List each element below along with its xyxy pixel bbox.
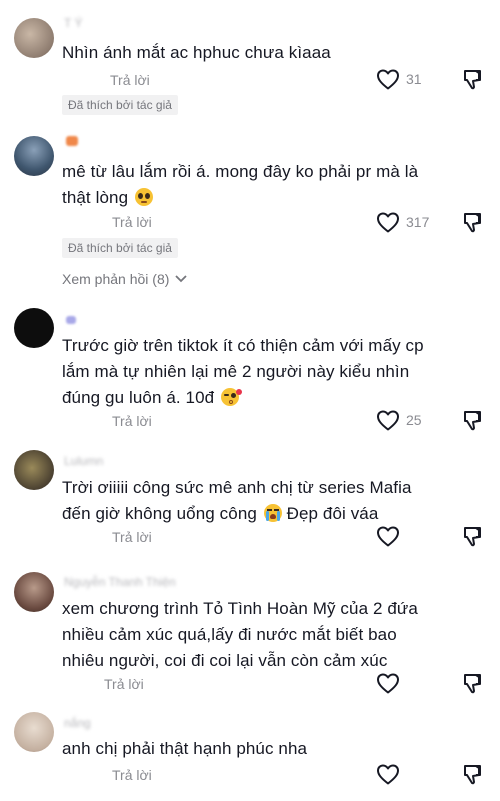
like-count: 317 [406, 214, 430, 230]
comment-text: xem chương trình Tỏ Tình Hoàn Mỹ của 2 đ… [62, 599, 418, 670]
avatar[interactable] [14, 450, 54, 490]
avatar[interactable] [14, 572, 54, 612]
like-count: 25 [406, 412, 422, 428]
avatar[interactable] [14, 308, 54, 348]
heart-outline-icon [377, 673, 399, 694]
reply-button[interactable]: Trả lời [112, 413, 152, 429]
author-liked-badge: Đã thích bởi tác giả [62, 238, 178, 258]
heart-outline-icon [377, 212, 399, 233]
kissing-face-icon [221, 388, 243, 406]
thumbs-down-icon[interactable] [461, 525, 483, 547]
reply-button[interactable]: Trả lời [112, 767, 152, 783]
thumbs-down-icon[interactable] [461, 68, 483, 90]
author-liked-badge: Đã thích bởi tác giả [62, 95, 178, 115]
comment-text: Trước giờ trên tiktok ít có thiện cảm vớ… [62, 333, 442, 411]
comment-text-body: Trước giờ trên tiktok ít có thiện cảm vớ… [62, 336, 424, 407]
like-button[interactable]: 31 [376, 68, 422, 90]
avatar[interactable] [14, 18, 54, 58]
username[interactable]: nắng [64, 716, 91, 730]
like-button[interactable] [376, 525, 400, 547]
reply-button[interactable]: Trả lời [110, 72, 150, 88]
thumbs-down-icon[interactable] [461, 409, 483, 431]
username[interactable] [66, 136, 78, 146]
thumbs-down-icon[interactable] [461, 672, 483, 694]
username[interactable] [66, 316, 76, 324]
thumbs-down-icon[interactable] [461, 763, 483, 785]
view-replies-label: Xem phản hồi (8) [62, 271, 170, 287]
comment-text: mê từ lâu lắm rồi á. mong đây ko phải pr… [62, 159, 442, 211]
comment-text: Nhìn ánh mắt ac hphuc chưa kìaaa [62, 43, 331, 62]
crying-face-icon [263, 504, 282, 522]
pleading-face-icon [134, 188, 153, 206]
comment-text: Trời ơiiiii công sức mê anh chị từ serie… [62, 475, 442, 527]
heart-outline-icon [377, 764, 399, 785]
view-replies-button[interactable]: Xem phản hồi (8) [62, 271, 188, 287]
thumbs-down-icon[interactable] [461, 211, 483, 233]
reply-button[interactable]: Trả lời [112, 529, 152, 545]
heart-outline-icon [377, 410, 399, 431]
username[interactable]: T Ý [64, 16, 82, 30]
like-button[interactable] [376, 763, 400, 785]
like-button[interactable] [376, 672, 400, 694]
comment-text-suffix: Đẹp đôi váa [286, 504, 379, 523]
avatar[interactable] [14, 712, 54, 752]
reply-button[interactable]: Trả lời [104, 676, 144, 692]
like-button[interactable]: 25 [376, 409, 422, 431]
username[interactable]: Nguyễn Thanh Thiện [64, 575, 176, 589]
like-button[interactable]: 317 [376, 211, 429, 233]
reply-button[interactable]: Trả lời [112, 214, 152, 230]
username[interactable]: Lulumn [64, 454, 103, 468]
comment-text: anh chị phải thật hạnh phúc nha [62, 739, 308, 758]
heart-outline-icon [377, 526, 399, 547]
avatar[interactable] [14, 136, 54, 176]
like-count: 31 [406, 71, 422, 87]
heart-outline-icon [377, 69, 399, 90]
comment-text-body: mê từ lâu lắm rồi á. mong đây ko phải pr… [62, 162, 419, 207]
chevron-down-icon [175, 275, 188, 283]
